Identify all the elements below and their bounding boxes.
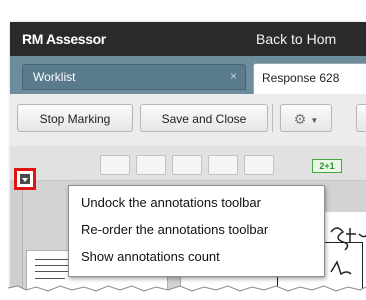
marking-toolbar: Stop Marking Save and Close ⚙ ▼ xyxy=(10,94,366,147)
annotations-toolbar: 2+1 xyxy=(10,146,366,181)
side-panel xyxy=(10,180,23,290)
gear-icon: ⚙ xyxy=(293,111,307,127)
app-window: RM Assessor Back to Hom Worklist × Respo… xyxy=(10,22,366,290)
tab-strip: Worklist × Response 628 xyxy=(10,56,366,95)
annotation-count-badge[interactable]: 2+1 xyxy=(312,159,342,173)
app-header: RM Assessor Back to Hom xyxy=(10,22,366,56)
save-and-close-button[interactable]: Save and Close xyxy=(140,104,268,132)
back-to-home-link[interactable]: Back to Hom xyxy=(256,31,336,47)
annotations-context-menu: Undock the annotations toolbar Re-order … xyxy=(68,185,325,277)
close-icon[interactable]: × xyxy=(230,69,237,83)
tab-worklist[interactable]: Worklist × xyxy=(22,64,246,90)
chevron-down-icon: ▼ xyxy=(310,115,319,125)
annotations-menu-button[interactable] xyxy=(14,168,36,190)
menu-item-show-count[interactable]: Show annotations count xyxy=(81,249,220,264)
torn-edge xyxy=(8,280,366,296)
menu-item-reorder-toolbar[interactable]: Re-order the annotations toolbar xyxy=(81,222,268,237)
settings-button[interactable]: ⚙ ▼ xyxy=(280,104,332,132)
dropdown-menu-icon xyxy=(20,174,30,184)
menu-item-undock-toolbar[interactable]: Undock the annotations toolbar xyxy=(81,195,261,210)
stop-marking-button[interactable]: Stop Marking xyxy=(17,104,133,132)
tab-response[interactable]: Response 628 xyxy=(253,63,366,95)
annotation-tool[interactable] xyxy=(244,155,274,175)
annotation-tool[interactable] xyxy=(100,155,130,175)
toolbar-overflow-button[interactable] xyxy=(356,104,366,132)
annotation-tool[interactable] xyxy=(136,155,166,175)
annotation-tool[interactable] xyxy=(172,155,202,175)
toolbar-divider xyxy=(272,104,273,132)
tab-worklist-label: Worklist xyxy=(33,70,76,84)
annotation-tool[interactable] xyxy=(208,155,238,175)
tab-response-label: Response 628 xyxy=(262,71,340,85)
app-logo: RM Assessor xyxy=(22,31,106,47)
screenshot-frame: RM Assessor Back to Hom Worklist × Respo… xyxy=(0,0,366,300)
